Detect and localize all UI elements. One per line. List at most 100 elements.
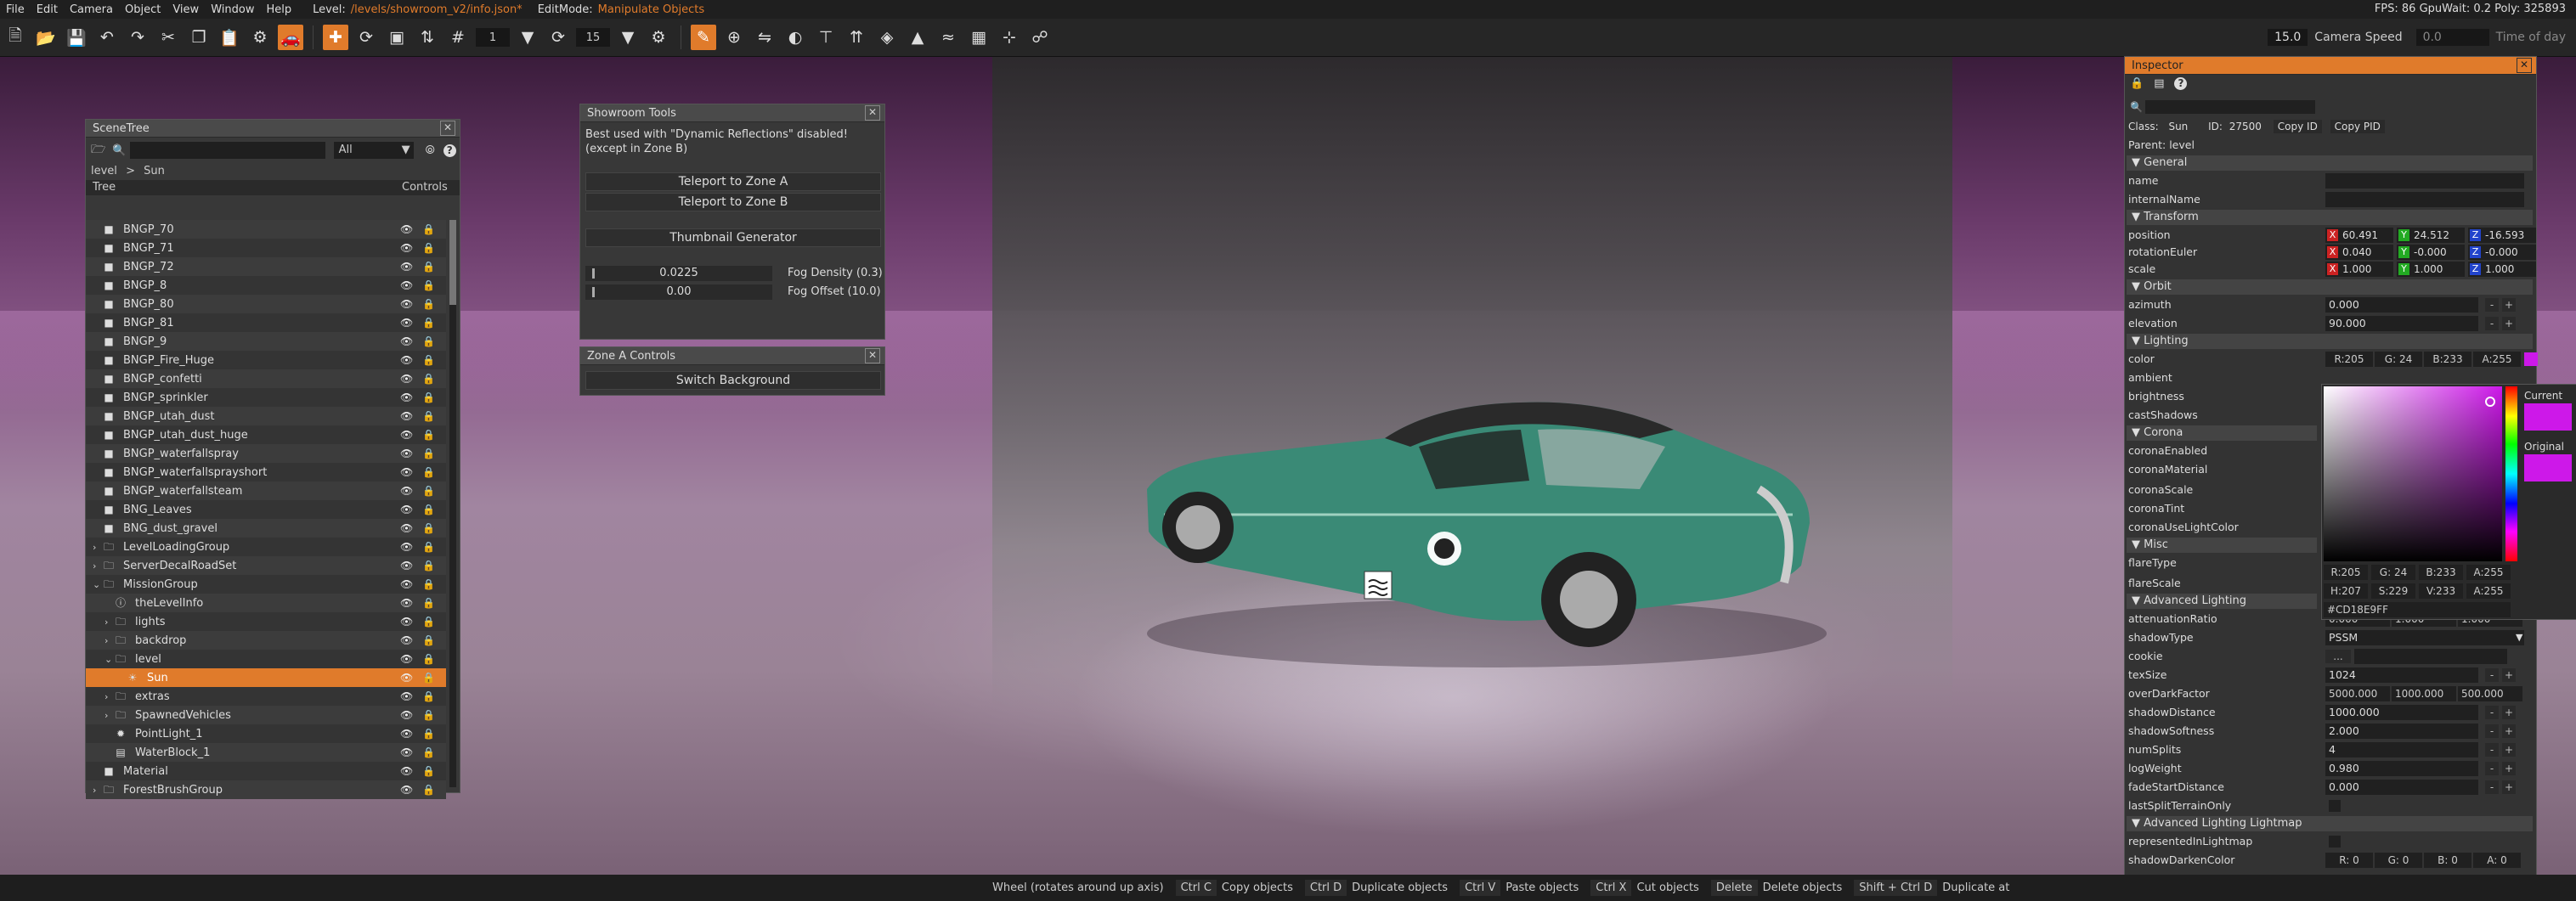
last-split-checkbox[interactable] (2329, 800, 2341, 812)
tree-row[interactable]: › 🗀 LevelLoadingGroup 👁 🔒 (86, 538, 446, 556)
color-g-input[interactable]: G: 24 (2375, 352, 2422, 367)
tree-row[interactable]: ■ BNGP_72 👁 🔒 (86, 257, 446, 276)
picker-s-input[interactable]: S:229 (2371, 583, 2415, 599)
fog-density-slider[interactable]: 0.0225 (585, 266, 772, 281)
increment-button[interactable]: + (2502, 780, 2516, 794)
close-icon[interactable]: ✕ (865, 105, 880, 121)
tree-row[interactable]: ⓘ theLevelInfo 👁 🔒 (86, 594, 446, 612)
menu-window[interactable]: Window (205, 3, 260, 16)
section-corona[interactable]: ▼ Corona (2127, 425, 2317, 441)
open-folder-icon[interactable]: 📂 (33, 25, 59, 50)
tree-row[interactable]: › 🗀 lights 👁 🔒 (86, 612, 446, 631)
graph-icon[interactable]: ☍ (1027, 25, 1053, 50)
section-advanced-lightmap[interactable]: ▼ Advanced Lighting Lightmap (2127, 816, 2533, 831)
num-splits-input[interactable]: 4 (2325, 742, 2478, 757)
color-swatch[interactable] (2524, 352, 2538, 366)
chevron-down-icon[interactable]: ⌄ (93, 579, 103, 590)
lock-icon[interactable]: 🔒 (422, 279, 435, 291)
eye-icon[interactable]: 👁 (400, 429, 413, 441)
save-icon[interactable]: 💾 (64, 25, 89, 50)
tex-size-input[interactable]: 1024 (2325, 667, 2478, 683)
lock-icon[interactable]: 🔒 (422, 522, 435, 534)
elevation-input[interactable]: 90.000 (2325, 316, 2478, 331)
scenetree-scrollbar[interactable] (449, 220, 456, 787)
color-r-input[interactable]: R:205 (2325, 352, 2373, 367)
decrement-button[interactable]: - (2485, 743, 2499, 757)
increment-button[interactable]: + (2502, 706, 2516, 719)
menu-edit[interactable]: Edit (31, 3, 64, 16)
eye-icon[interactable]: 👁 (400, 616, 413, 628)
lock-icon[interactable]: 🔒 (422, 261, 435, 273)
eye-icon[interactable]: 👁 (400, 634, 413, 646)
lock-icon[interactable]: 🔒 (422, 354, 435, 366)
picker-h-input[interactable]: H:207 (2324, 583, 2368, 599)
decrement-button[interactable]: - (2485, 706, 2499, 719)
tree-row[interactable]: ■ BNGP_71 👁 🔒 (86, 239, 446, 257)
scenetree-filter-select[interactable]: All ▼ (333, 142, 414, 159)
thumbnail-generator-button[interactable]: Thumbnail Generator (585, 228, 881, 247)
picker-b-input[interactable]: B:233 (2419, 565, 2463, 580)
eye-icon[interactable]: 👁 (400, 223, 413, 235)
scale-x-input[interactable]: X 1.000 (2325, 262, 2393, 277)
cookie-input[interactable] (2354, 649, 2507, 664)
close-icon[interactable]: ✕ (865, 348, 880, 363)
lock-icon[interactable]: 🔒 (422, 223, 435, 235)
lock-icon[interactable]: 🔒 (422, 391, 435, 403)
decrement-button[interactable]: - (2485, 724, 2499, 738)
lock-icon[interactable]: 🔒 (422, 317, 435, 329)
increment-button[interactable]: + (2502, 762, 2516, 775)
vehicle-icon[interactable]: 🚗 (278, 25, 303, 50)
eye-icon[interactable]: 👁 (400, 746, 413, 758)
chevron-down-icon[interactable]: ▼ (615, 25, 641, 50)
lock-icon[interactable]: 🔒 (422, 504, 435, 515)
menu-camera[interactable]: Camera (64, 3, 119, 16)
lock-icon[interactable]: 🔒 (422, 448, 435, 459)
close-icon[interactable]: ✕ (440, 121, 455, 136)
car-model[interactable] (1130, 387, 1827, 667)
eye-icon[interactable]: 👁 (400, 653, 413, 665)
eye-icon[interactable]: 👁 (400, 242, 413, 254)
chevron-right-icon[interactable]: › (105, 710, 115, 721)
lock-icon[interactable]: 🔒 (422, 728, 435, 740)
decrement-button[interactable]: - (2485, 780, 2499, 794)
lock-icon[interactable]: 🔒 (422, 373, 435, 385)
section-lighting[interactable]: ▼ Lighting (2127, 334, 2533, 349)
list-icon[interactable]: ▤ (2154, 77, 2164, 90)
picker-a2-input[interactable]: A:255 (2466, 583, 2511, 599)
eye-icon[interactable]: 👁 (400, 335, 413, 347)
mesh-icon[interactable]: ▲ (905, 25, 930, 50)
undo-icon[interactable]: ↶ (94, 25, 120, 50)
picker-g-input[interactable]: G: 24 (2371, 565, 2415, 580)
eye-icon[interactable]: 👁 (400, 466, 413, 478)
inspector-search-input[interactable] (2145, 100, 2315, 114)
saturation-value-field[interactable] (2324, 386, 2502, 561)
teleport-zone-a-button[interactable]: Teleport to Zone A (585, 172, 881, 191)
cookie-browse-button[interactable]: ... (2325, 650, 2351, 663)
snap-value-input[interactable]: 1 (476, 28, 510, 47)
scale-z-input[interactable]: Z 1.000 (2468, 262, 2536, 277)
broadcast-icon[interactable]: ⦾ (426, 144, 435, 157)
chevron-right-icon[interactable]: › (105, 635, 115, 646)
eye-icon[interactable]: 👁 (400, 354, 413, 366)
add-folder-icon[interactable]: 🗁 (91, 140, 105, 160)
help-icon[interactable]: ? (443, 144, 456, 157)
menu-view[interactable]: View (167, 3, 205, 16)
tree-row[interactable]: ■ BNGP_waterfallsteam 👁 🔒 (86, 481, 446, 500)
lock-icon[interactable]: 🔒 (422, 709, 435, 721)
copy-icon[interactable]: ❐ (186, 25, 212, 50)
hue-slider[interactable] (2505, 386, 2517, 561)
chevron-right-icon[interactable]: › (93, 785, 103, 796)
fade-start-input[interactable]: 0.000 (2325, 780, 2478, 795)
picker-handle[interactable] (2485, 397, 2495, 407)
tree-row[interactable]: ■ BNGP_utah_dust 👁 🔒 (86, 407, 446, 425)
shadow-darken-g-input[interactable]: G: 0 (2375, 853, 2422, 868)
name-input[interactable] (2325, 173, 2524, 189)
rotation-y-input[interactable]: Y -0.000 (2397, 245, 2465, 260)
tree-row[interactable]: ⌄ 🗀 MissionGroup 👁 🔒 (86, 575, 446, 594)
picker-r-input[interactable]: R:205 (2324, 565, 2368, 580)
settings-icon[interactable]: ⚙ (646, 25, 671, 50)
position-y-input[interactable]: Y 24.512 (2397, 228, 2465, 243)
road-icon[interactable]: ⇋ (752, 25, 777, 50)
lock-icon[interactable]: 🔒 (422, 578, 435, 590)
eye-icon[interactable]: 👁 (400, 448, 413, 459)
